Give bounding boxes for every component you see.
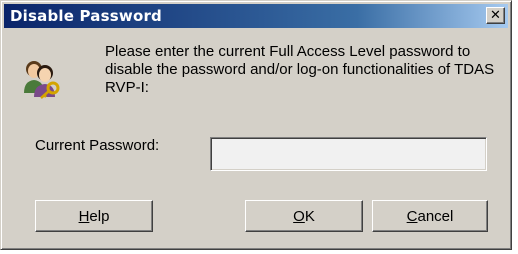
users-key-icon <box>24 61 60 99</box>
close-icon: ✕ <box>490 8 501 23</box>
title-bar[interactable]: Disable Password ✕ <box>4 4 508 28</box>
current-password-label: Current Password: <box>35 137 160 154</box>
help-button[interactable]: Help <box>35 200 153 232</box>
disable-password-dialog: Disable Password ✕ Please enter the curr… <box>0 0 512 250</box>
cancel-label-rest: ancel <box>417 207 454 225</box>
close-button[interactable]: ✕ <box>486 7 505 24</box>
ok-mnemonic: O <box>293 207 305 225</box>
current-password-field[interactable] <box>210 137 487 171</box>
ok-button[interactable]: OK <box>245 200 363 232</box>
help-mnemonic: H <box>78 207 90 225</box>
help-label-rest: elp <box>89 207 110 225</box>
dialog-title: Disable Password <box>10 7 162 25</box>
cancel-button[interactable]: Cancel <box>372 200 488 232</box>
ok-label-rest: K <box>304 207 315 225</box>
instruction-text: Please enter the current Full Access Lev… <box>105 43 495 96</box>
cancel-mnemonic: C <box>406 207 418 225</box>
